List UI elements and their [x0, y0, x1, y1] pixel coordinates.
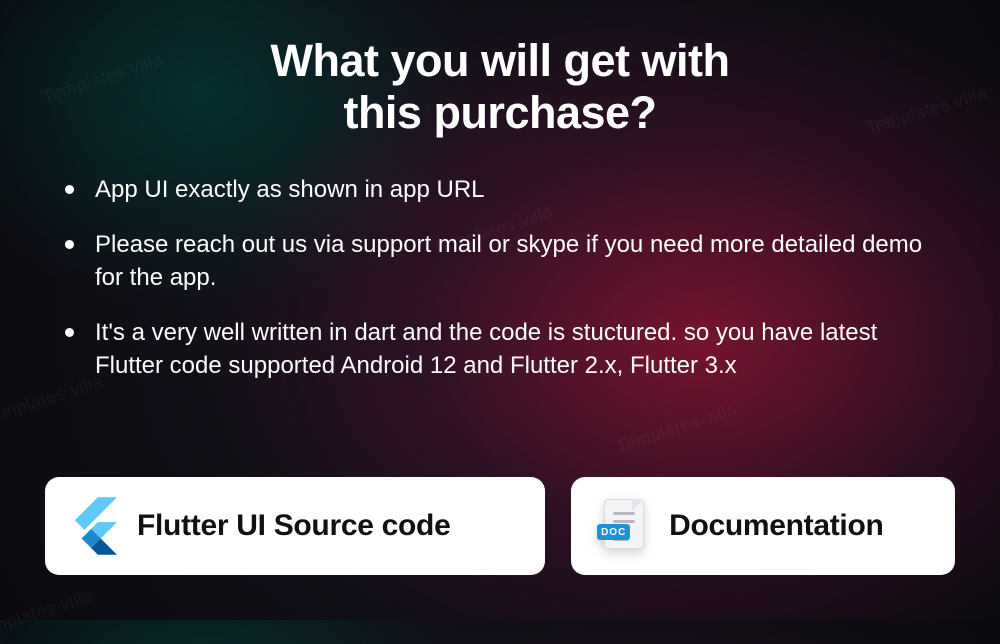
page-title: What you will get with this purchase?	[45, 35, 955, 139]
flutter-source-card: Flutter UI Source code	[45, 477, 545, 575]
page-title-line1: What you will get with	[271, 35, 730, 86]
list-item: It's a very well written in dart and the…	[59, 316, 937, 382]
feature-list: App UI exactly as shown in app URL Pleas…	[45, 173, 955, 470]
list-item: Please reach out us via support mail or …	[59, 228, 937, 294]
list-item: App UI exactly as shown in app URL	[59, 173, 937, 206]
flutter-source-label: Flutter UI Source code	[137, 509, 450, 543]
page-title-line2: this purchase?	[343, 87, 656, 138]
cards-row: Flutter UI Source code DOC Documentation	[45, 477, 955, 575]
flutter-icon	[71, 497, 117, 555]
documentation-card: DOC Documentation	[571, 477, 955, 575]
doc-badge-label: DOC	[597, 524, 630, 540]
page-container: What you will get with this purchase? Ap…	[0, 0, 1000, 620]
documentation-label: Documentation	[669, 509, 883, 543]
document-icon: DOC	[597, 497, 649, 555]
